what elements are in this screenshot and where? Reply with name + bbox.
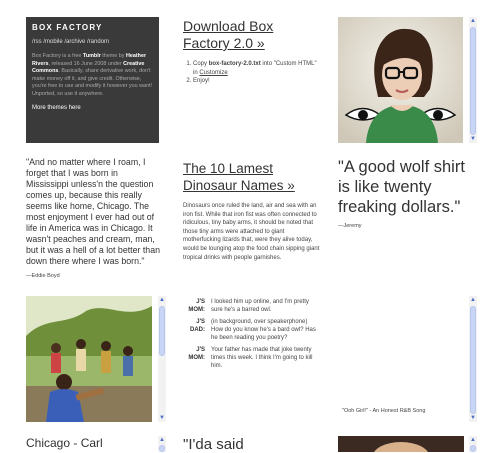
chevron-up-icon[interactable]: ▲ — [469, 17, 477, 25]
quote-attribution: —Jeremy — [338, 223, 362, 229]
chevron-up-icon[interactable]: ▲ — [158, 436, 166, 444]
vertical-scrollbar[interactable]: ▲ — [469, 436, 477, 452]
step-text: Copy — [193, 61, 209, 67]
scroll-thumb[interactable] — [470, 27, 476, 135]
photo-woman-glasses-image — [338, 17, 463, 143]
more-themes-link[interactable]: More themes here — [32, 105, 153, 111]
download-title-link[interactable]: Download Box Factory 2.0 » — [183, 18, 318, 52]
step-text: Enjoy! — [193, 78, 210, 84]
desc-text: theme by — [100, 53, 126, 59]
chat-speaker: J'S DAD: — [190, 319, 205, 333]
photo-partial-image — [374, 442, 428, 452]
chevron-up-icon[interactable]: ▲ — [469, 296, 477, 304]
chat-line: J'S DAD: (in background, over speakerpho… — [183, 318, 323, 342]
photo-partial[interactable] — [338, 436, 464, 452]
chat-message: (in background, over speakerphone) How d… — [211, 319, 316, 341]
quote-text: "A good wolf shirt is like twenty freaki… — [338, 158, 465, 216]
customize-link[interactable]: Customize — [199, 70, 227, 76]
quote-post-boyd: "And no matter where I roam, I forget th… — [26, 157, 162, 279]
vertical-scrollbar[interactable]: ▲ ▼ — [469, 296, 477, 422]
audio-post: "Ooh Girl!" - An Honest R&B Song — [338, 296, 464, 422]
download-steps: Copy box-factory-2.0.txt into "Custom HT… — [183, 60, 318, 86]
chat-speaker: J'S MOM: — [188, 299, 205, 313]
download-post: Download Box Factory 2.0 » Copy box-fact… — [183, 18, 318, 86]
quote-post-wolf: "A good wolf shirt is like twenty freaki… — [338, 157, 468, 229]
chat-speaker: J'S MOM: — [188, 347, 205, 361]
file-name: box-factory-2.0.txt — [208, 61, 261, 67]
vertical-scrollbar[interactable]: ▲ — [158, 436, 166, 452]
chevron-down-icon[interactable]: ▼ — [469, 135, 477, 143]
chat-message: Your father has made that joke twenty ti… — [211, 347, 313, 369]
theme-description: Box Factory is a free Tumblr theme by He… — [32, 53, 153, 98]
top-nav[interactable]: /rss /mobile /archive /random — [32, 39, 153, 45]
quote-attribution: —Eddie Boyd — [26, 273, 60, 279]
dinosaur-body: Dinosaurs once ruled the land, air and s… — [183, 203, 320, 261]
chat-message: I looked him up online, and I'm pretty s… — [211, 299, 309, 313]
chat-line: J'S MOM: I looked him up online, and I'm… — [183, 298, 323, 314]
vertical-scrollbar[interactable]: ▲ ▼ — [158, 296, 166, 422]
audio-caption: "Ooh Girl!" - An Honest R&B Song — [342, 408, 426, 414]
chevron-down-icon[interactable]: ▼ — [469, 414, 477, 422]
desc-text: Box Factory is a free — [32, 53, 83, 59]
theme-info-box: BOX FACTORY /rss /mobile /archive /rando… — [26, 17, 159, 143]
dinosaur-title-link[interactable]: The 10 Lamest Dinosaur Names » — [183, 160, 323, 194]
quote-text: "And no matter where I roam, I forget th… — [26, 157, 160, 266]
photo-group-people[interactable] — [26, 296, 152, 422]
photo-group-people-image — [26, 296, 152, 422]
chevron-down-icon[interactable]: ▼ — [158, 414, 166, 422]
chat-post: J'S MOM: I looked him up online, and I'm… — [183, 298, 323, 370]
quote-post-partial: "I'da said — [183, 436, 244, 453]
post-title-chicago[interactable]: Chicago - Carl — [26, 436, 156, 450]
photo-woman-glasses[interactable] — [338, 17, 463, 143]
tumblr-link[interactable]: Tumblr — [83, 53, 101, 59]
scroll-thumb[interactable] — [159, 445, 165, 452]
chat-line: J'S MOM: Your father has made that joke … — [183, 346, 323, 370]
scroll-thumb[interactable] — [470, 306, 476, 414]
site-logo[interactable]: BOX FACTORY — [32, 23, 153, 32]
scroll-thumb[interactable] — [159, 306, 165, 356]
desc-text: , released 16 June 2008 under — [48, 60, 124, 67]
vertical-scrollbar[interactable]: ▲ ▼ — [469, 17, 477, 143]
scroll-thumb[interactable] — [470, 445, 476, 452]
download-step: Copy box-factory-2.0.txt into "Custom HT… — [193, 60, 318, 77]
download-step: Enjoy! — [193, 77, 318, 86]
chevron-up-icon[interactable]: ▲ — [469, 436, 477, 444]
dinosaur-post: The 10 Lamest Dinosaur Names » Dinosaurs… — [183, 160, 323, 262]
chevron-up-icon[interactable]: ▲ — [158, 296, 166, 304]
